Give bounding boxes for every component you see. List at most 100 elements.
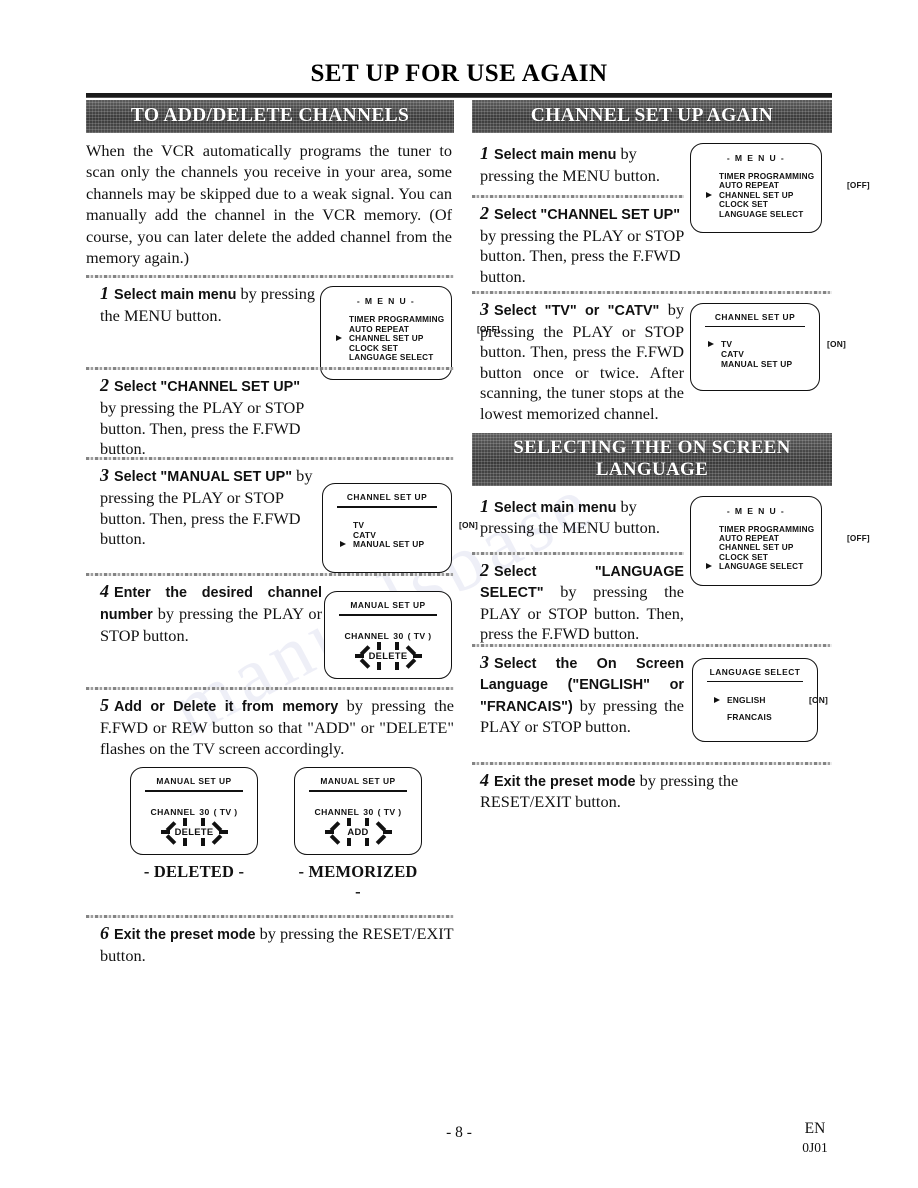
tv-title-underline	[309, 790, 407, 792]
memorized-example: MANUAL SET UP CHANNEL 30( TV ) ADD - MEM…	[294, 767, 422, 902]
tv-screen-manual-setup: MANUAL SET UP CHANNEL 30( TV ) DELETE	[324, 591, 452, 680]
tv-channel-line: CHANNEL 30( TV )	[131, 807, 257, 817]
deleted-caption: - DELETED -	[143, 862, 245, 882]
right-step-1: 1 Select main menu by pressing the MENU b…	[472, 143, 870, 233]
channel-number: 30	[393, 630, 404, 641]
selection-arrow-icon	[708, 341, 714, 348]
divider	[472, 551, 684, 555]
divider	[86, 687, 454, 691]
tv-language-row-selected: ENGLISH [ON]	[714, 694, 828, 706]
footer-document-code: 0J01	[802, 1140, 828, 1155]
section-header-channel-set-up-again: CHANNEL SET UP AGAIN	[472, 100, 832, 133]
step-number: 2	[480, 559, 489, 580]
step-text: by pressing the PLAY or STOP button. The…	[480, 225, 684, 286]
step-number: 3	[100, 465, 109, 486]
tv-channel-line: CHANNEL 30( TV )	[295, 807, 421, 817]
tv-row-value: [OFF]	[847, 181, 870, 191]
tv-channel-list: TV [ON] CATV MANUAL SET UP	[691, 339, 846, 369]
right-step-3: 3 Select "TV" or "CATV" by pressing the P…	[472, 299, 846, 425]
step-6: 6 Exit the preset mode by pressing the RE…	[86, 923, 454, 966]
intro-paragraph: When the VCR automatically programs the …	[86, 141, 452, 268]
tv-screen-menu: - M E N U - TIMER PROGRAMMING AUTO REPEA…	[320, 286, 500, 381]
tv-row-value: [ON]	[827, 339, 846, 350]
tv-screen-title: MANUAL SET UP	[350, 600, 426, 611]
step-bold-text: Select main menu	[114, 287, 237, 304]
tv-screen-title: LANGUAGE SELECT	[709, 666, 801, 677]
lang-step-2: 2 Select "LANGUAGE SELECT" by pressing th…	[472, 560, 832, 650]
tv-screen-channel-setup: CHANNEL SET UP TV [ON] CATV MANUAL SET U…	[322, 483, 478, 574]
lang-step-3: 3 Select the On Screen Language ("ENGLISH…	[472, 652, 832, 764]
tv-row-label: AUTO REPEAT	[719, 533, 780, 543]
tv-row-label: ENGLISH	[727, 694, 766, 705]
step-bold-text: Exit the preset mode	[114, 927, 256, 944]
tv-row-value: [ON]	[809, 694, 828, 705]
tv-title-underline	[337, 506, 437, 508]
flash-word: DELETE	[174, 825, 214, 837]
tv-row-label: TIMER PROGRAMMING	[349, 315, 445, 325]
step-bold-text: Select "MANUAL SET UP"	[114, 469, 293, 486]
selection-arrow-icon	[340, 541, 346, 548]
step-number: 3	[480, 299, 489, 319]
tv-menu-row: AUTO REPEAT [OFF]	[349, 325, 500, 334]
tv-menu-row: AUTO REPEAT [OFF]	[719, 181, 870, 191]
tv-screen-language-select: LANGUAGE SELECT ENGLISH [ON] FRANCAIS	[692, 657, 828, 742]
footer-region-code: EN	[804, 1120, 826, 1137]
step-bold-text: Exit the preset mode	[494, 773, 636, 790]
step-number: 5	[100, 695, 109, 716]
deleted-example: MANUAL SET UP CHANNEL 30( TV ) DELETE - …	[130, 767, 258, 882]
step-4: 4 Enter the desired channel number by pre…	[86, 581, 454, 689]
divider	[86, 457, 454, 461]
memorized-caption: - MEMORIZED -	[298, 862, 418, 902]
tv-row-label: AUTO REPEAT	[719, 181, 780, 191]
tv-channel-list: TV [ON] CATV MANUAL SET UP	[323, 519, 478, 550]
step-1: 1 Select main menu by pressing the MENU b…	[86, 283, 500, 381]
step-number: 4	[480, 769, 489, 790]
flash-word: DELETE	[368, 649, 408, 661]
selection-arrow-icon	[336, 335, 342, 342]
tv-menu-list: TIMER PROGRAMMING AUTO REPEAT [OFF] CHAN…	[321, 315, 500, 362]
flashing-indicator: ADD	[295, 817, 421, 848]
tv-channel-row-selected: MANUAL SET UP	[340, 540, 451, 550]
tv-screen-title: - M E N U -	[726, 153, 786, 163]
step-3: 3 Select "MANUAL SET UP" by pressing the …	[86, 465, 478, 575]
tv-row-value: [OFF]	[847, 533, 870, 543]
flashing-indicator: DELETE	[131, 817, 257, 848]
divider	[472, 291, 832, 294]
step-number: 1	[480, 143, 489, 163]
title-divider	[86, 93, 832, 98]
tv-row-label: CHANNEL SET UP	[719, 190, 794, 200]
divider	[86, 275, 454, 279]
tv-screen-title: CHANNEL SET UP	[346, 492, 428, 503]
tv-screen-title: MANUAL SET UP	[320, 776, 396, 787]
divider	[86, 573, 454, 577]
tv-row-label: TIMER PROGRAMMING	[719, 172, 815, 181]
step-2: 2 Select "CHANNEL SET UP" by pressing the…	[86, 375, 454, 461]
tv-row-label: TV	[353, 519, 365, 530]
divider	[472, 195, 684, 198]
divider	[472, 643, 832, 647]
tv-row-label: CATV	[353, 529, 376, 540]
tv-row-label: FRANCAIS	[727, 711, 772, 722]
tv-title-underline	[339, 614, 437, 616]
channel-source: ( TV )	[407, 630, 432, 641]
step-text: by pressing the PLAY or STOP button. The…	[100, 398, 304, 459]
divider	[472, 761, 832, 765]
tv-row-label: MANUAL SET UP	[721, 358, 793, 369]
tv-language-row: FRANCAIS	[727, 711, 817, 723]
section-header-line-1: SELECTING THE ON SCREEN	[513, 436, 791, 458]
tv-menu-row: TIMER PROGRAMMING	[719, 172, 821, 181]
step-bold-text: Select main menu	[494, 499, 617, 516]
tv-screen-channel-setup: CHANNEL SET UP TV [ON] CATV MANUAL SET U…	[690, 303, 846, 391]
step-number: 4	[100, 581, 109, 602]
tv-row-label: CHANNEL SET UP	[349, 334, 424, 344]
tv-row-label: TIMER PROGRAMMING	[719, 524, 815, 534]
tv-menu-row: CLOCK SET	[349, 344, 451, 353]
tv-screen-title: - M E N U -	[726, 505, 786, 516]
tv-screen-deleted: MANUAL SET UP CHANNEL 30( TV ) DELETE	[130, 767, 258, 856]
tv-row-label: CLOCK SET	[349, 343, 399, 353]
lang-step-1: 1 Select main menu by pressing the MENU b…	[472, 495, 870, 586]
step-bold-text: Add or Delete it from memory	[114, 699, 339, 716]
tv-menu-row-selected: CHANNEL SET UP	[336, 334, 451, 344]
step-number: 6	[100, 923, 109, 944]
tv-title-underline	[145, 790, 243, 792]
